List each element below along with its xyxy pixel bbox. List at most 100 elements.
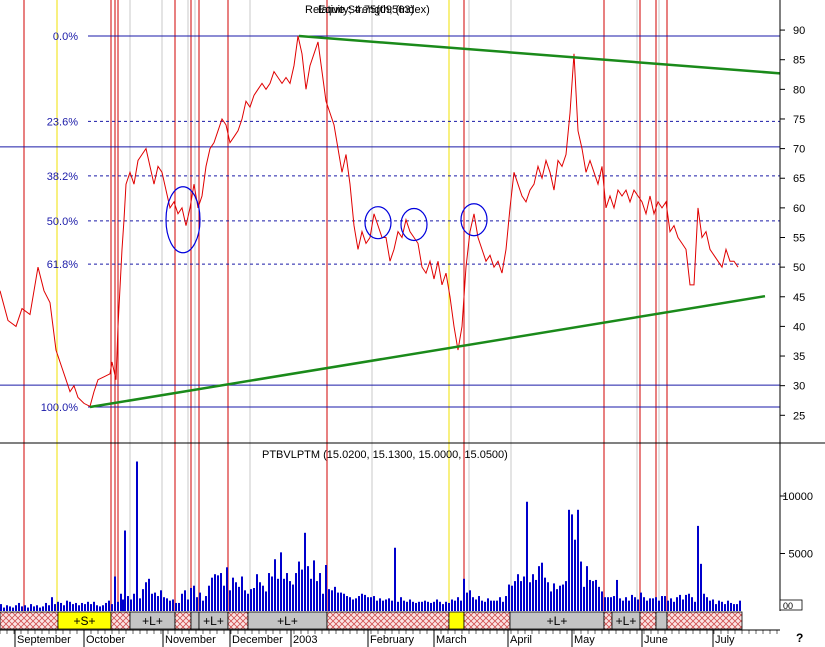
volume-bar (370, 597, 372, 611)
volume-bar (445, 601, 447, 611)
volume-bar (580, 561, 582, 611)
volume-bar (271, 576, 273, 611)
volume-bar (229, 590, 231, 611)
price-tick-label: 40 (793, 321, 805, 333)
volume-bar (730, 602, 732, 611)
volume-bar (493, 600, 495, 611)
volume-bar (84, 604, 86, 611)
volume-bar (733, 604, 735, 611)
volume-bar (319, 573, 321, 611)
volume-bar (406, 601, 408, 611)
volume-bar (60, 602, 62, 611)
volume-bar (120, 593, 122, 611)
volume-bar (613, 596, 615, 611)
volume-bar (565, 581, 567, 611)
volume-bar (400, 597, 402, 611)
volume-bar (568, 509, 570, 611)
signal-segment (448, 611, 465, 630)
signal-label: +L+ (616, 614, 637, 628)
volume-bar (286, 573, 288, 611)
price-tick-label: 80 (793, 84, 805, 96)
volume-bar (114, 576, 116, 611)
volume-bar (54, 604, 56, 611)
volume-bar (3, 607, 5, 611)
signal-segment (666, 611, 743, 630)
volume-bar (27, 607, 29, 611)
volume-bar (502, 601, 504, 611)
volume-bar (628, 600, 630, 611)
volume-bar (520, 581, 522, 611)
month-label: June (644, 634, 668, 646)
volume-bar (169, 600, 171, 611)
volume-bar (334, 586, 336, 611)
fib-label: 38.2% (47, 171, 78, 183)
volume-bar (367, 597, 369, 611)
volume-bar (57, 601, 59, 611)
volume-bar (436, 599, 438, 611)
signal-segment (603, 611, 613, 630)
month-label: October (86, 634, 125, 646)
volume-bar (694, 601, 696, 611)
volume-bar (514, 581, 516, 611)
volume-bar (18, 602, 20, 611)
signal-label: +L+ (142, 614, 163, 628)
volume-bar (108, 600, 110, 611)
volume-bar (478, 596, 480, 611)
volume-bar (250, 589, 252, 611)
volume-bar (487, 598, 489, 611)
volume-bar (448, 602, 450, 611)
volume-bar (607, 597, 609, 611)
fib-label: 100.0% (41, 402, 79, 414)
volume-bar (217, 575, 219, 611)
volume-bar (712, 599, 714, 611)
volume-bar (328, 589, 330, 611)
volume-bar (442, 604, 444, 611)
volume-bar (48, 605, 50, 611)
volume-bar (451, 599, 453, 611)
volume-bar (117, 601, 119, 611)
volume-bar (601, 591, 603, 611)
volume-scale: 5000 10000 (780, 491, 813, 561)
volume-bar (715, 604, 717, 611)
fib-label: 23.6% (47, 116, 78, 128)
volume-bar (484, 601, 486, 611)
volume-bar (376, 600, 378, 611)
volume-bar (247, 593, 249, 611)
signal-segment (326, 611, 450, 630)
price-tick-label: 55 (793, 233, 805, 245)
volume-bar (307, 566, 309, 611)
volume-bar (619, 598, 621, 611)
volume-bar (148, 578, 150, 611)
volume-bar (583, 586, 585, 611)
month-label: November (165, 634, 216, 646)
price-tick-label: 75 (793, 114, 805, 126)
volume-bar (691, 597, 693, 611)
volume-bar (96, 605, 98, 611)
volume-bar (739, 600, 741, 611)
volume-bar (21, 606, 23, 611)
volume-bar (703, 593, 705, 611)
pattern-circle (364, 206, 392, 240)
volume-bar (556, 589, 558, 611)
volume-bar (523, 576, 525, 611)
volume-bar (268, 573, 270, 611)
volume-bar (631, 594, 633, 611)
volume-bar (490, 600, 492, 611)
price-tick-label: 25 (793, 410, 805, 422)
volume-bar (265, 591, 267, 611)
price-tick-label: 90 (793, 25, 805, 37)
volume-bar (640, 592, 642, 611)
volume-bar (136, 461, 138, 611)
volume-bar (562, 584, 564, 611)
signal-label: +S+ (73, 614, 95, 628)
volume-bar (87, 601, 89, 611)
volume-bar (547, 582, 549, 611)
volume-bar (202, 600, 204, 611)
volume-bar (226, 567, 228, 611)
month-label: December (232, 634, 283, 646)
volume-bar (196, 597, 198, 611)
volume-bar (187, 599, 189, 611)
volume-bar (139, 598, 141, 611)
month-label: July (715, 634, 735, 646)
volume-bar (388, 598, 390, 611)
